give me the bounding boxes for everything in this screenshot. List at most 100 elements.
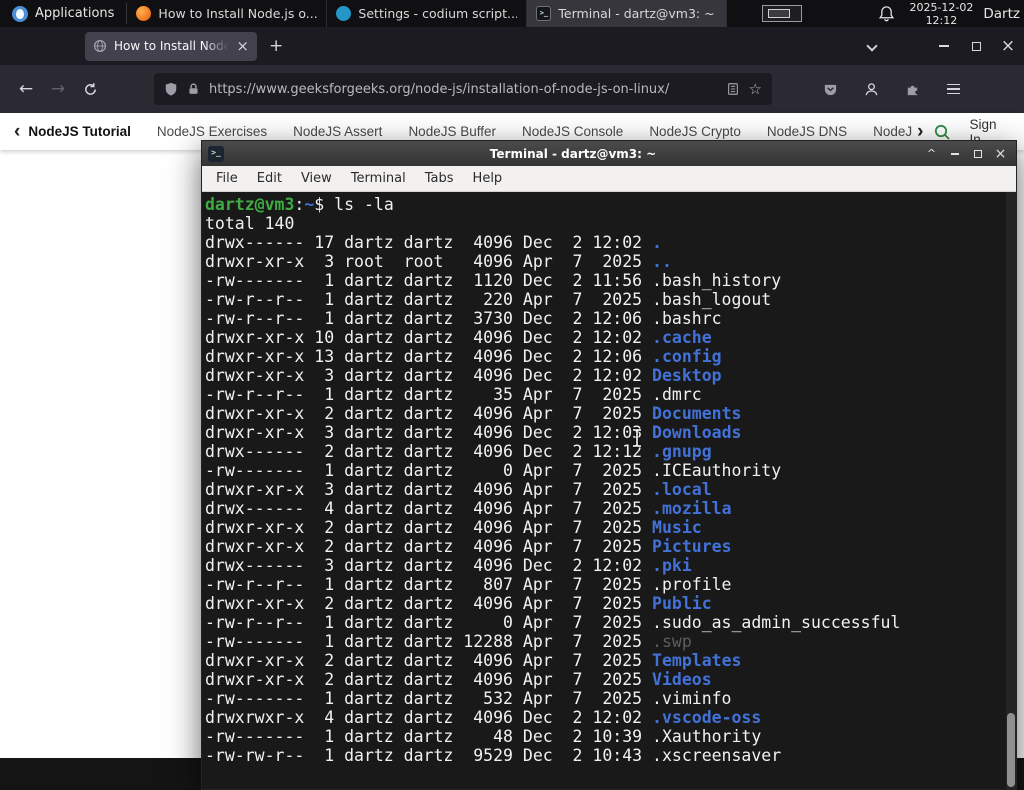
site-nav-item[interactable]: NodeJS Exercises <box>157 124 267 139</box>
terminal-line: -rw-rw-r-- 1 dartz dartz 9529 Dec 2 10:4… <box>205 746 782 765</box>
menu-file[interactable]: File <box>216 171 238 186</box>
terminal-menubar: File Edit View Terminal Tabs Help <box>202 166 1016 192</box>
maximize-icon <box>971 41 981 51</box>
terminal-line: drwxr-xr-x 2 dartz dartz 4096 Apr 7 2025… <box>205 404 742 423</box>
account-icon <box>865 82 877 95</box>
toolbar-right-icons <box>814 73 969 105</box>
terminal-line: -rw------- 1 dartz dartz 532 Apr 7 2025 … <box>205 689 732 708</box>
clock[interactable]: 2025-12-02 12:12 <box>909 1 973 27</box>
terminal-line: drwxrwxr-x 4 dartz dartz 4096 Dec 2 12:0… <box>205 708 762 727</box>
terminal-line: drwx------ 17 dartz dartz 4096 Dec 2 12:… <box>205 233 662 252</box>
terminal-window: >_ Terminal - dartz@vm3: ~ ^ × File Edit V… <box>201 140 1017 790</box>
site-nav-items: NodeJS Tutorial NodeJS Exercises NodeJS As… <box>28 124 913 139</box>
browser-tab[interactable]: How to Install Node.js on... × <box>85 31 257 61</box>
terminal-minimize-button[interactable] <box>945 145 964 162</box>
terminal-line: dartz@vm3:~$ ls -la <box>205 195 394 214</box>
applications-label: Applications <box>35 6 115 21</box>
menu-view[interactable]: View <box>301 171 332 186</box>
taskbar-item-label: Terminal - dartz@vm3: ~ <box>558 6 715 21</box>
site-nav-item[interactable]: NodeJS DNS <box>767 124 847 139</box>
taskbar-item-label: Settings - codium script... <box>358 6 518 21</box>
terminal-output: dartz@vm3:~$ ls -la total 140 drwx------ 1… <box>202 192 1016 765</box>
site-nav-item[interactable]: NodeJS <box>873 124 913 139</box>
clock-time: 12:12 <box>925 13 958 27</box>
browser-maximize-button[interactable] <box>960 27 992 65</box>
terminal-icon: >_ <box>208 145 224 162</box>
terminal-titlebar[interactable]: >_ Terminal - dartz@vm3: ~ ^ × <box>202 141 1016 166</box>
tab-close-icon[interactable]: × <box>236 38 249 54</box>
terminal-line: drwxr-xr-x 13 dartz dartz 4096 Dec 2 12:… <box>205 347 722 366</box>
workspace-pager-window <box>768 9 791 18</box>
workspace-pager[interactable] <box>762 5 803 22</box>
tracking-shield-icon[interactable] <box>164 82 178 96</box>
site-nav-item[interactable]: NodeJS Crypto <box>649 124 741 139</box>
extensions-button[interactable] <box>896 73 928 105</box>
lock-icon[interactable] <box>187 82 200 96</box>
terminal-line: -rw-r--r-- 1 dartz dartz 3730 Dec 2 12:0… <box>205 309 722 328</box>
terminal-body[interactable]: dartz@vm3:~$ ls -la total 140 drwx------ 1… <box>202 192 1016 789</box>
codium-icon <box>336 6 352 21</box>
tab-list-button[interactable] <box>866 40 882 52</box>
terminal-line: -rw-r--r-- 1 dartz dartz 35 Apr 7 2025 .… <box>205 385 702 404</box>
terminal-line: drwxr-xr-x 3 dartz dartz 4096 Dec 2 12:0… <box>205 423 742 442</box>
back-button[interactable]: ← <box>10 73 42 105</box>
bookmark-star-icon[interactable]: ☆ <box>749 80 762 98</box>
taskbar-item[interactable]: Settings - codium script... <box>327 0 528 27</box>
top-panel: Applications How to Install Node.js o...… <box>0 0 1024 27</box>
site-nav-item[interactable]: NodeJS Assert <box>293 124 382 139</box>
account-button[interactable] <box>855 73 887 105</box>
terminal-icon: >_ <box>536 6 552 21</box>
reload-button[interactable] <box>74 73 106 105</box>
terminal-shade-button[interactable]: ^ <box>922 145 941 162</box>
terminal-line: drwx------ 4 dartz dartz 4096 Apr 7 2025… <box>205 499 732 518</box>
terminal-line: drwxr-xr-x 2 dartz dartz 4096 Apr 7 2025… <box>205 670 712 689</box>
taskbar-item-label: How to Install Node.js o... <box>158 6 318 21</box>
menu-button[interactable] <box>937 73 969 105</box>
user-label: Dartz <box>983 5 1020 22</box>
taskbar-item[interactable]: How to Install Node.js o... <box>127 0 328 27</box>
firefox-icon <box>136 6 152 21</box>
forward-button[interactable]: → <box>42 73 74 105</box>
terminal-line: -rw------- 1 dartz dartz 0 Apr 7 2025 .I… <box>205 461 782 480</box>
terminal-line: drwxr-xr-x 10 dartz dartz 4096 Dec 2 12:… <box>205 328 712 347</box>
terminal-line: drwx------ 2 dartz dartz 4096 Dec 2 12:1… <box>205 442 712 461</box>
site-nav-prev-icon[interactable]: ‹ <box>10 121 24 143</box>
terminal-line: total 140 <box>205 214 295 233</box>
terminal-line: drwxr-xr-x 3 dartz dartz 4096 Dec 2 12:0… <box>205 366 722 385</box>
notifications-button[interactable] <box>878 5 895 22</box>
menu-edit[interactable]: Edit <box>257 171 282 186</box>
menu-tabs[interactable]: Tabs <box>425 171 454 186</box>
site-search-button[interactable] <box>933 123 951 141</box>
reload-icon <box>84 82 96 95</box>
hamburger-icon <box>946 83 960 95</box>
browser-close-button[interactable]: × <box>992 27 1024 65</box>
site-nav-item[interactable]: NodeJS Buffer <box>408 124 496 139</box>
bell-icon <box>879 6 895 22</box>
new-tab-button[interactable]: + <box>269 37 283 55</box>
terminal-close-button[interactable]: × <box>991 145 1010 162</box>
terminal-line: drwxr-xr-x 3 root root 4096 Apr 7 2025 .… <box>205 252 672 271</box>
menu-help[interactable]: Help <box>473 171 503 186</box>
url-bar[interactable]: https://www.geeksforgeeks.org/node-js/in… <box>154 73 772 105</box>
taskbar-item[interactable]: >_ Terminal - dartz@vm3: ~ <box>527 0 728 27</box>
site-nav-item[interactable]: NodeJS Tutorial <box>28 124 131 139</box>
applications-button[interactable]: Applications <box>0 0 126 27</box>
reader-mode-icon[interactable] <box>726 82 740 96</box>
minimize-icon <box>939 45 949 47</box>
browser-minimize-button[interactable] <box>928 27 960 65</box>
terminal-scrollbar-thumb[interactable] <box>1007 713 1015 787</box>
terminal-line: -rw-r--r-- 1 dartz dartz 220 Apr 7 2025 … <box>205 290 772 309</box>
chevron-down-icon <box>866 40 878 52</box>
site-nav-item[interactable]: NodeJS Console <box>522 124 623 139</box>
terminal-line: drwx------ 3 dartz dartz 4096 Dec 2 12:0… <box>205 556 692 575</box>
pocket-button[interactable] <box>814 73 846 105</box>
menu-terminal[interactable]: Terminal <box>351 171 406 186</box>
terminal-line: drwxr-xr-x 2 dartz dartz 4096 Apr 7 2025… <box>205 651 742 670</box>
terminal-line: drwxr-xr-x 2 dartz dartz 4096 Apr 7 2025… <box>205 537 732 556</box>
extensions-puzzle-icon <box>907 85 917 95</box>
terminal-maximize-button[interactable] <box>968 145 987 162</box>
terminal-scrollbar[interactable] <box>1006 192 1016 789</box>
url-text: https://www.geeksforgeeks.org/node-js/in… <box>209 81 670 97</box>
terminal-line: -rw------- 1 dartz dartz 1120 Dec 2 11:5… <box>205 271 782 290</box>
terminal-line: drwxr-xr-x 2 dartz dartz 4096 Apr 7 2025… <box>205 594 712 613</box>
